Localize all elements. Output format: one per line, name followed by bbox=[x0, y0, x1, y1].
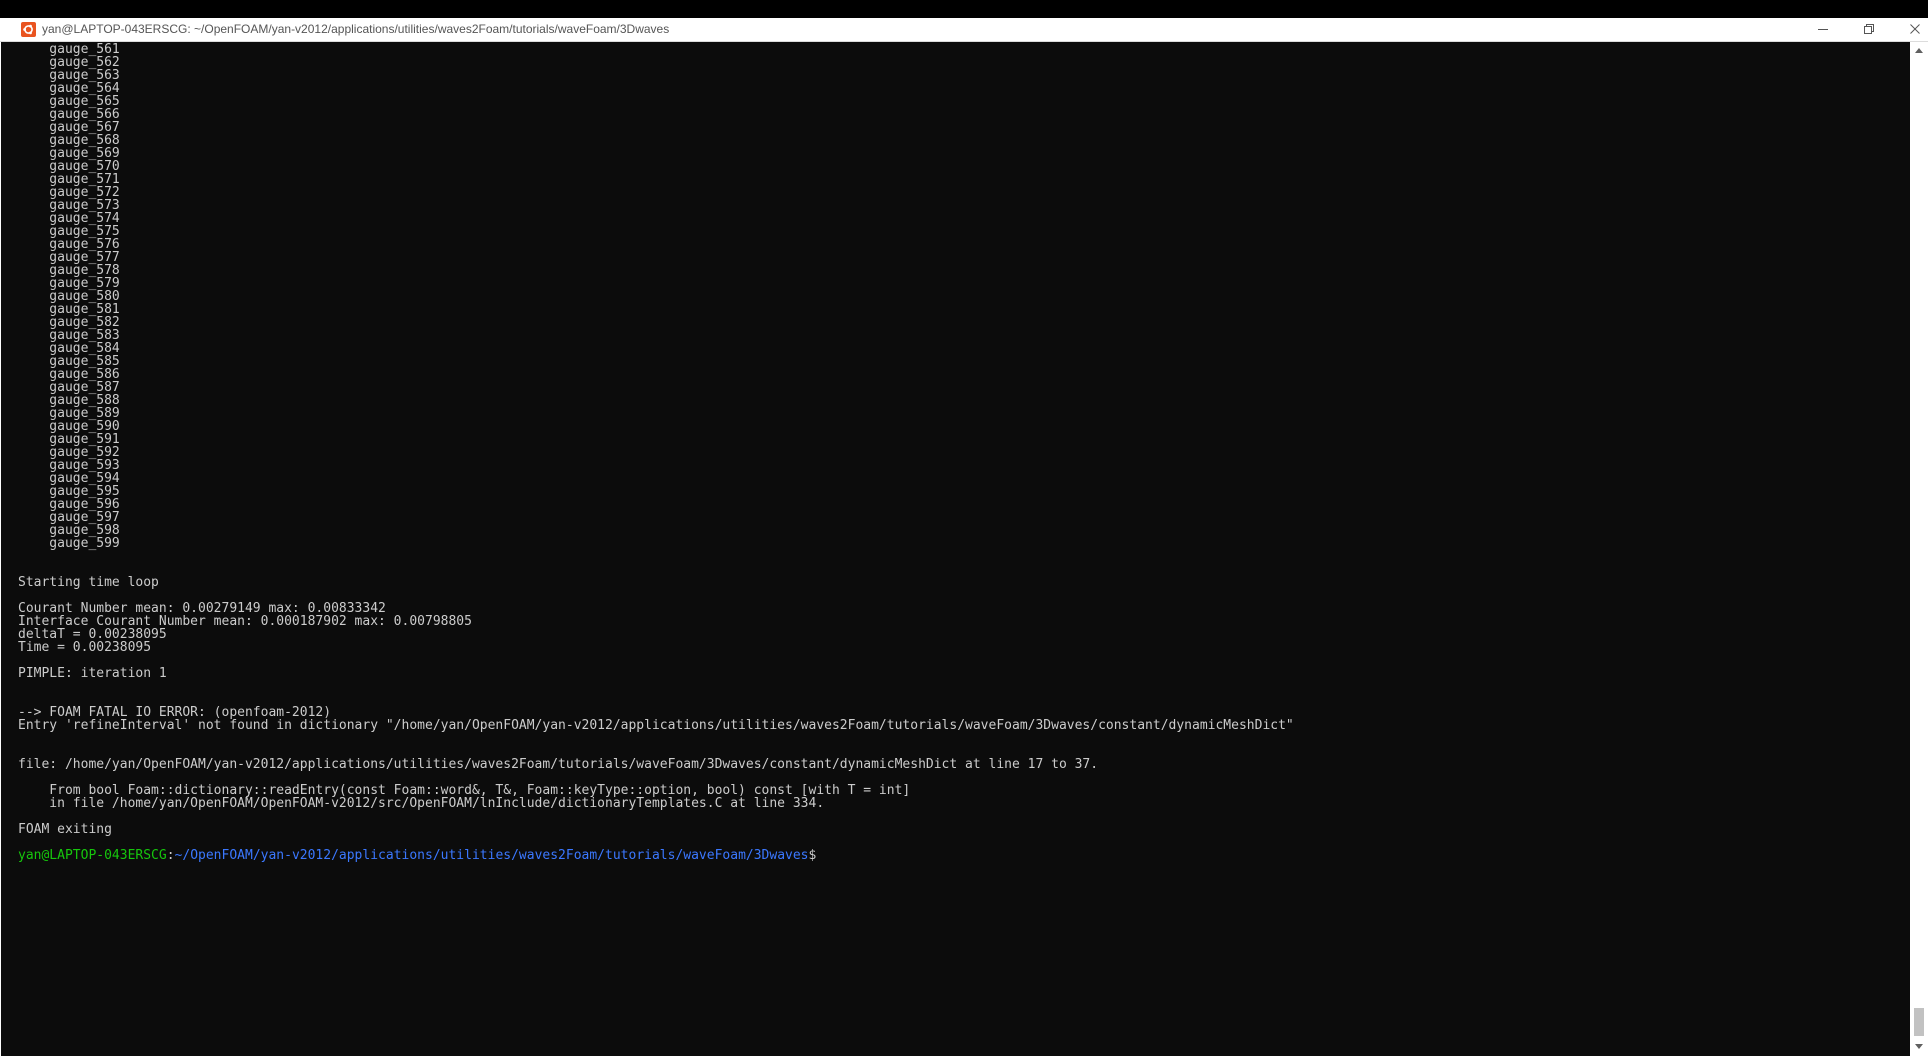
shell-prompt[interactable]: yan@LAPTOP-043ERSCG:~/OpenFOAM/yan-v2012… bbox=[18, 848, 816, 864]
terminal-line: Entry 'refineInterval' not found in dict… bbox=[18, 718, 1294, 733]
prompt-symbol: $ bbox=[808, 848, 817, 863]
minimize-icon bbox=[1818, 29, 1828, 30]
desktop: yan@LAPTOP-043ERSCG: ~/OpenFOAM/yan-v201… bbox=[0, 0, 1928, 1056]
minimize-button[interactable] bbox=[1800, 18, 1846, 41]
prompt-separator: : bbox=[166, 848, 175, 863]
scroll-up-arrow-icon[interactable] bbox=[1915, 48, 1923, 53]
terminal-line: in file /home/yan/OpenFOAM/OpenFOAM-v201… bbox=[18, 796, 825, 811]
desktop-background-strip bbox=[0, 0, 1928, 18]
left-window-edge bbox=[0, 42, 15, 1056]
terminal-line: Starting time loop bbox=[18, 575, 159, 590]
terminal-window: yan@LAPTOP-043ERSCG: ~/OpenFOAM/yan-v201… bbox=[0, 18, 1928, 1056]
terminal-line: file: /home/yan/OpenFOAM/yan-v2012/appli… bbox=[18, 757, 1099, 772]
restore-button[interactable] bbox=[1846, 18, 1892, 41]
terminal-line: FOAM exiting bbox=[18, 822, 112, 837]
ubuntu-icon[interactable] bbox=[21, 22, 36, 37]
prompt-working-directory: ~/OpenFOAM/yan-v2012/applications/utilit… bbox=[174, 848, 809, 863]
terminal-line: gauge_599 bbox=[18, 536, 120, 551]
close-button[interactable] bbox=[1892, 18, 1928, 41]
vertical-scrollbar[interactable] bbox=[1910, 42, 1928, 1056]
window-title: yan@LAPTOP-043ERSCG: ~/OpenFOAM/yan-v201… bbox=[42, 22, 670, 36]
terminal-line: PIMPLE: iteration 1 bbox=[18, 666, 167, 681]
window-titlebar[interactable]: yan@LAPTOP-043ERSCG: ~/OpenFOAM/yan-v201… bbox=[0, 18, 1928, 42]
scrollbar-thumb[interactable] bbox=[1914, 1008, 1924, 1036]
close-icon bbox=[1910, 24, 1920, 34]
terminal-line: Time = 0.00238095 bbox=[18, 640, 152, 655]
terminal-output[interactable]: gauge_561 gauge_562 gauge_563 gauge_564 … bbox=[18, 42, 1906, 1056]
restore-icon bbox=[1864, 24, 1874, 34]
prompt-user-host: yan@LAPTOP-043ERSCG bbox=[18, 848, 167, 863]
scroll-down-arrow-icon[interactable] bbox=[1915, 1044, 1923, 1049]
